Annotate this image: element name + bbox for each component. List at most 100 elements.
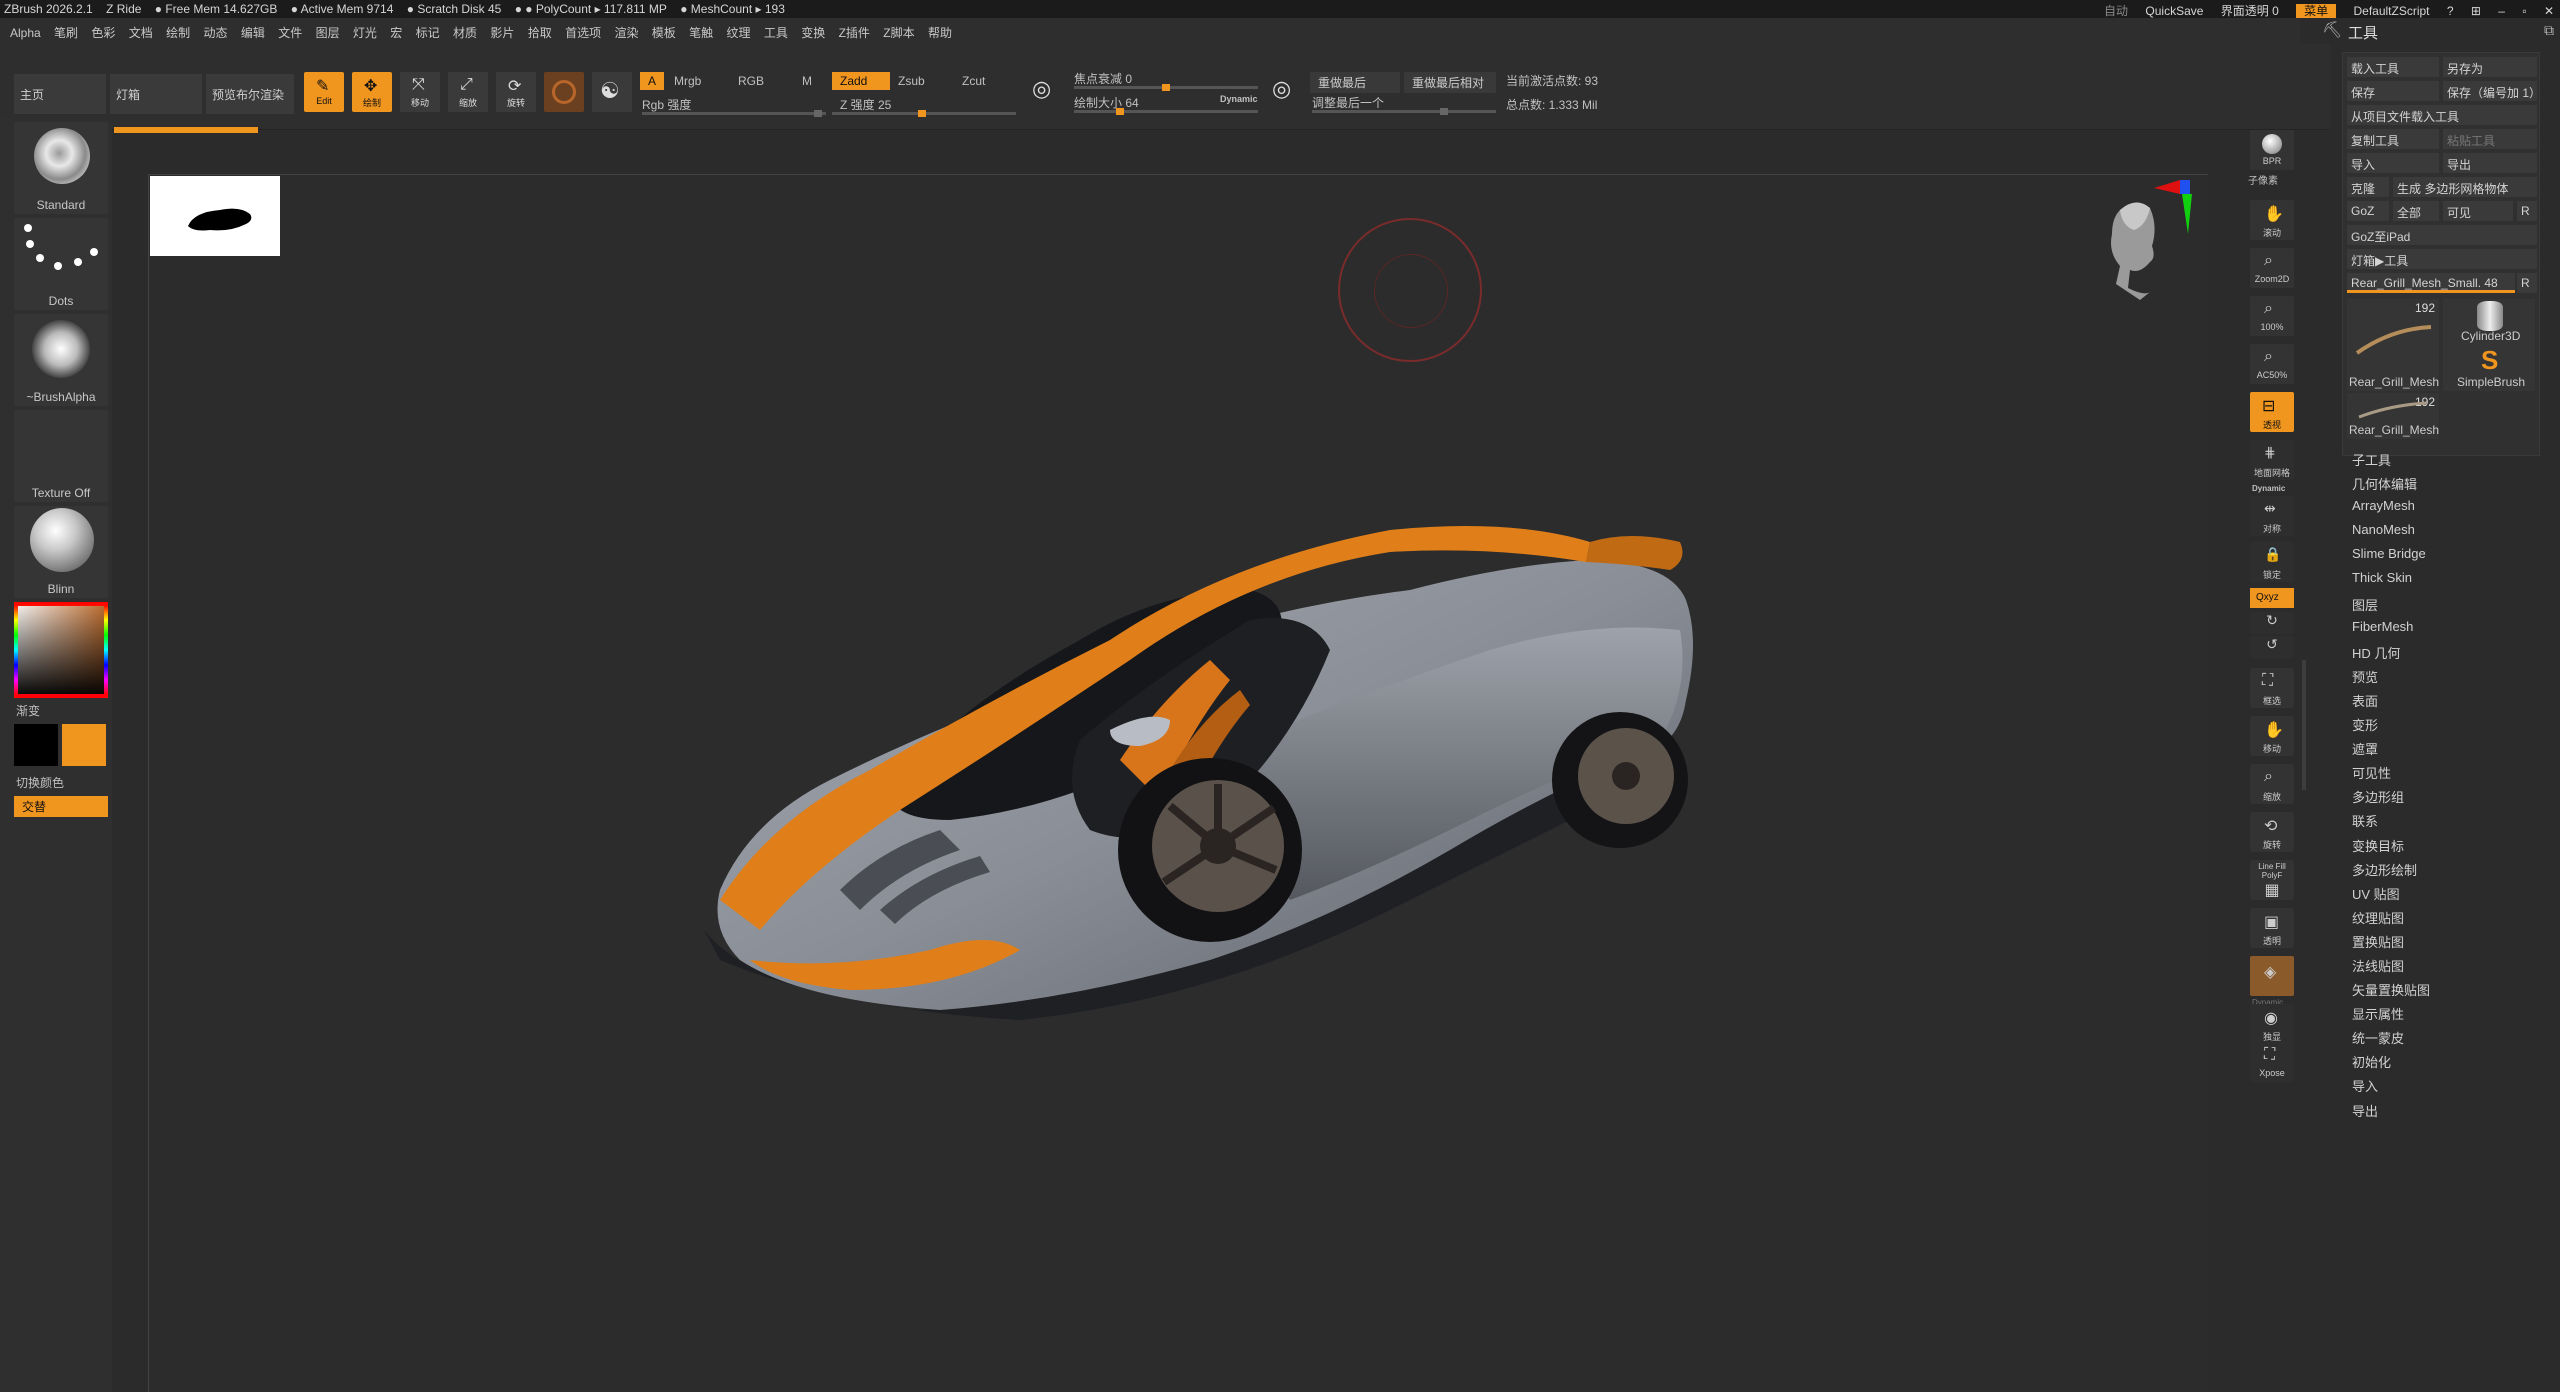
save-button[interactable]: 保存 (2347, 81, 2439, 101)
lightbox-button[interactable]: 灯箱 (110, 74, 202, 114)
menu-zscript[interactable]: Z脚本 (883, 24, 914, 41)
alternate-button[interactable]: 交替 (14, 796, 108, 817)
edit-button[interactable]: ✎ Edit (304, 72, 344, 112)
m-toggle[interactable]: M (802, 74, 812, 88)
menu-marker[interactable]: 标记 (416, 24, 440, 41)
subpalette-polygroups[interactable]: 多边形组 (2352, 787, 2430, 811)
xpose-button[interactable]: ⛶ Xpose (2250, 1042, 2294, 1082)
scroll-button[interactable]: ✋ 滚动 (2250, 200, 2294, 240)
subpalette-morph-target[interactable]: 变换目标 (2352, 836, 2430, 860)
menu-preferences[interactable]: 首选项 (565, 24, 601, 41)
subpalette-slime-bridge[interactable]: Slime Bridge (2352, 546, 2430, 570)
menu-layer[interactable]: 图层 (316, 24, 340, 41)
alpha-slot[interactable]: ~BrushAlpha (14, 314, 108, 406)
z-intensity-slider[interactable] (832, 110, 1016, 117)
color-picker[interactable] (14, 602, 108, 698)
save-as-button[interactable]: 另存为 (2443, 57, 2537, 77)
menu-edit[interactable]: 编辑 (241, 24, 265, 41)
zoom2d-button[interactable]: ⌕ Zoom2D (2250, 248, 2294, 288)
draw-size-slider[interactable] (1074, 108, 1258, 115)
solo-button[interactable]: ◉ 独显 (2250, 1004, 2294, 1044)
default-zscript[interactable]: DefaultZScript (2353, 4, 2429, 18)
bpr-preview-button[interactable]: 预览布尔渲染 (206, 74, 294, 114)
menu-draw[interactable]: 绘制 (166, 24, 190, 41)
zoom3d-button[interactable]: ⌕ 缩放 (2250, 764, 2294, 804)
adjust-last-slider[interactable] (1312, 108, 1496, 115)
draw-button[interactable]: ✥ 绘制 (352, 72, 392, 112)
focal-shift-slider[interactable] (1074, 84, 1258, 91)
move-button[interactable]: ⤧ 移动 (400, 72, 440, 112)
goz-visible-button[interactable]: 可见 (2443, 201, 2513, 221)
mrgb-toggle[interactable]: Mrgb (674, 74, 701, 88)
menu-zplugin[interactable]: Z插件 (839, 24, 870, 41)
brush-slot[interactable]: Standard (14, 122, 108, 214)
menu-material[interactable]: 材质 (453, 24, 477, 41)
menu-stroke[interactable]: 笔触 (689, 24, 713, 41)
subpalette-hd-geometry[interactable]: HD 几何 (2352, 643, 2430, 667)
subpalette-preview[interactable]: 预览 (2352, 667, 2430, 691)
goz-ipad-button[interactable]: GoZ至iPad (2347, 225, 2537, 245)
move-view-button[interactable]: ✋ 移动 (2250, 716, 2294, 756)
subpalette-display-properties[interactable]: 显示属性 (2352, 1004, 2430, 1028)
home-button[interactable]: 主页 (14, 74, 106, 114)
subpalette-layers[interactable]: 图层 (2352, 595, 2430, 619)
subpalette-import[interactable]: 导入 (2352, 1076, 2430, 1100)
tool-thumb-cylinder3d[interactable]: Cylinder3D (2443, 299, 2535, 345)
subpalette-contact[interactable]: 联系 (2352, 811, 2430, 835)
menu-brush[interactable]: 笔刷 (54, 24, 78, 41)
subpalette-masking[interactable]: 遮罩 (2352, 739, 2430, 763)
rotate-button[interactable]: ⟳ 旋转 (496, 72, 536, 112)
subpalette-surface[interactable]: 表面 (2352, 691, 2430, 715)
menu-document[interactable]: 文档 (129, 24, 153, 41)
goz-all-button[interactable]: 全部 (2393, 201, 2439, 221)
replay-last-button[interactable]: 重做最后 (1310, 72, 1400, 93)
menu-tool[interactable]: 工具 (764, 24, 788, 41)
polyframe-button[interactable]: Line Fill PolyF ▦ (2250, 860, 2294, 900)
subpalette-subtool[interactable]: 子工具 (2352, 450, 2430, 474)
switch-color-button[interactable]: 切换颜色 (16, 774, 64, 791)
dock-icon[interactable]: ⧉ (2544, 22, 2554, 39)
frame-button[interactable]: ⛶ 框选 (2250, 668, 2294, 708)
minimize-icon[interactable]: – (2498, 4, 2505, 18)
subpalette-thick-skin[interactable]: Thick Skin (2352, 570, 2430, 594)
transparency-slider[interactable]: 界面透明 0 (2221, 4, 2279, 18)
import-button[interactable]: 导入 (2347, 153, 2439, 173)
subpalette-deformation[interactable]: 变形 (2352, 715, 2430, 739)
goz-button[interactable]: GoZ (2347, 201, 2389, 221)
tool-thumb-simplebrush[interactable]: S SimpleBrush (2443, 345, 2535, 391)
secondary-color-swatch[interactable] (14, 724, 58, 766)
menu-picker[interactable]: 拾取 (528, 24, 552, 41)
tool-thumb-rear-grill-2[interactable]: 192 Rear_Grill_Mesh (2347, 393, 2439, 439)
qxyz-toggle[interactable]: Qxyz (2250, 588, 2294, 608)
half-size-button[interactable]: ⌕ AC50% (2250, 344, 2294, 384)
zcut-toggle[interactable]: Zcut (962, 74, 985, 88)
subpalette-texture-map[interactable]: 纹理贴图 (2352, 908, 2430, 932)
export-button[interactable]: 导出 (2443, 153, 2537, 173)
main-color-swatch[interactable] (62, 724, 106, 766)
save-increment-button[interactable]: 保存（编号加 1） (2443, 81, 2537, 101)
menu-color[interactable]: 色彩 (91, 24, 115, 41)
current-tool-r-button[interactable]: R (2517, 273, 2537, 293)
goz-r-button[interactable]: R (2517, 201, 2537, 221)
subpalette-polypaint[interactable]: 多边形绘制 (2352, 860, 2430, 884)
help-icon[interactable]: ? (2447, 4, 2454, 18)
subpalette-geometry[interactable]: 几何体编辑 (2352, 474, 2430, 498)
subpalette-fibermesh[interactable]: FiberMesh (2352, 619, 2430, 643)
bpr-button[interactable]: BPR (2250, 130, 2294, 170)
subpalette-nanomesh[interactable]: NanoMesh (2352, 522, 2430, 546)
texture-slot[interactable]: Texture Off (14, 410, 108, 502)
menu-dynamics[interactable]: 动态 (203, 24, 227, 41)
subpalette-normal-map[interactable]: 法线贴图 (2352, 956, 2430, 980)
material-slot[interactable]: Blinn (14, 506, 108, 598)
menu-stencil[interactable]: 模板 (652, 24, 676, 41)
scale-button[interactable]: ⤢ 缩放 (448, 72, 488, 112)
brush-mode-button[interactable]: ☯ (592, 72, 632, 112)
head-orientation-icon[interactable] (2100, 196, 2170, 306)
rgb-intensity-slider[interactable] (642, 110, 826, 117)
rotate-y-button[interactable]: ↻ (2250, 612, 2294, 634)
layout-icon[interactable]: ⊞ (2471, 4, 2481, 18)
perspective-button[interactable]: ⊟ 透视 (2250, 392, 2294, 432)
symmetry-button[interactable]: ⇹ 对称 (2250, 496, 2294, 536)
a-toggle[interactable]: A (640, 72, 665, 90)
copy-tool-button[interactable]: 复制工具 (2347, 129, 2439, 149)
